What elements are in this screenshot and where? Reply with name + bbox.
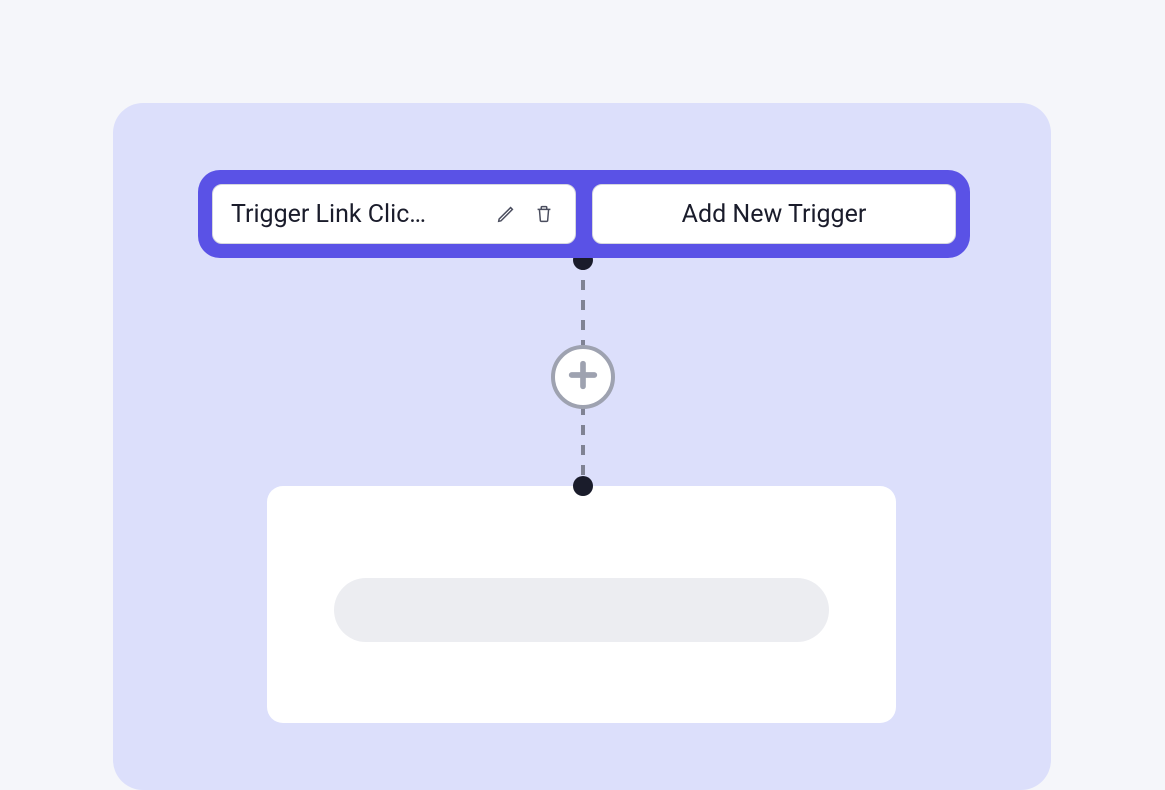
pencil-icon[interactable] bbox=[493, 201, 519, 227]
plus-icon bbox=[566, 358, 600, 396]
trigger-pill-existing[interactable]: Trigger Link Clic… bbox=[212, 184, 576, 244]
connector-line-bottom bbox=[581, 405, 585, 481]
trigger-label: Trigger Link Clic… bbox=[231, 200, 481, 229]
trash-icon[interactable] bbox=[531, 201, 557, 227]
step-placeholder bbox=[334, 578, 829, 642]
add-trigger-label: Add New Trigger bbox=[682, 200, 867, 229]
add-step-button[interactable] bbox=[551, 345, 615, 409]
add-trigger-button[interactable]: Add New Trigger bbox=[592, 184, 956, 244]
step-card[interactable] bbox=[267, 486, 896, 723]
connector-line-top bbox=[581, 260, 585, 345]
trigger-bar: Trigger Link Clic… Add New Trigger bbox=[198, 170, 970, 258]
connector-endpoint-bottom bbox=[573, 476, 593, 496]
